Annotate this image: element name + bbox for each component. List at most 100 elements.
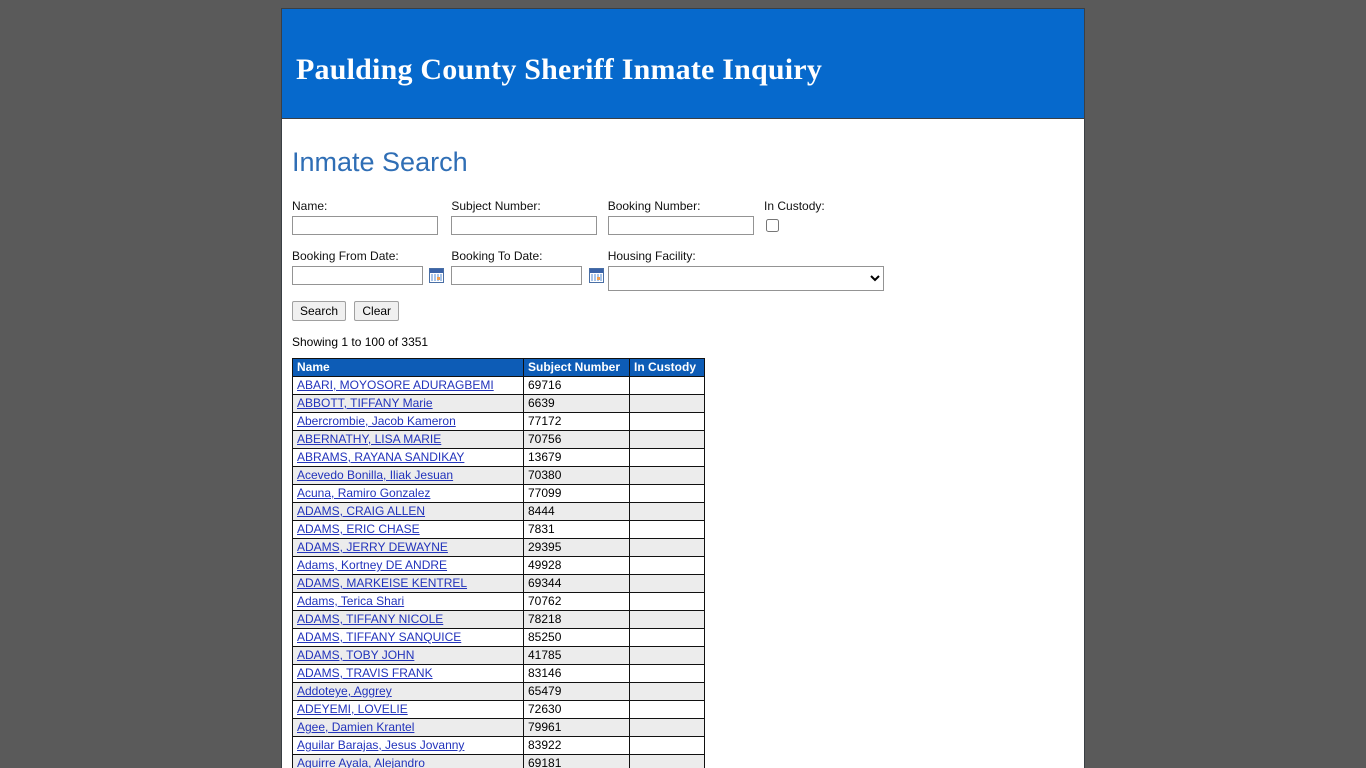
cell-in-custody — [629, 556, 705, 575]
booking-to-date-wrapper — [451, 266, 604, 285]
cell-subject-number: 6639 — [523, 394, 630, 413]
cell-in-custody — [629, 412, 705, 431]
cell-name: Abercrombie, Jacob Kameron — [292, 412, 524, 431]
cell-name: Agee, Damien Krantel — [292, 718, 524, 737]
subject-number-input[interactable] — [451, 216, 598, 235]
table-row: Abercrombie, Jacob Kameron 77172 — [292, 412, 705, 431]
site-title: Paulding County Sheriff Inmate Inquiry — [296, 53, 823, 86]
inmate-name-link[interactable]: Abercrombie, Jacob Kameron — [297, 414, 456, 428]
cell-in-custody — [629, 664, 705, 683]
inmate-name-link[interactable]: ADAMS, TOBY JOHN — [297, 648, 414, 662]
in-custody-field-group: In Custody: — [764, 199, 884, 232]
subject-number-label: Subject Number: — [451, 199, 541, 213]
cell-subject-number: 85250 — [523, 628, 630, 647]
cell-subject-number: 69181 — [523, 754, 630, 768]
inmate-name-link[interactable]: Aguirre Ayala, Alejandro — [297, 756, 425, 768]
cell-subject-number: 83922 — [523, 736, 630, 755]
booking-to-date-field-group: Booking To Date: — [451, 249, 604, 285]
cell-subject-number: 79961 — [523, 718, 630, 737]
column-header-name[interactable]: Name — [292, 358, 524, 377]
cell-subject-number: 41785 — [523, 646, 630, 665]
column-header-subject-number[interactable]: Subject Number — [523, 358, 630, 377]
inmate-name-link[interactable]: Addoteye, Aggrey — [297, 684, 392, 698]
inmate-name-link[interactable]: Adams, Kortney DE ANDRE — [297, 558, 447, 572]
table-row: ADAMS, JERRY DEWAYNE 29395 — [292, 538, 705, 557]
inmate-name-link[interactable]: Agee, Damien Krantel — [297, 720, 414, 734]
table-row: ADAMS, TOBY JOHN 41785 — [292, 646, 705, 665]
cell-subject-number: 29395 — [523, 538, 630, 557]
cell-in-custody — [629, 682, 705, 701]
inmate-name-link[interactable]: ABARI, MOYOSORE ADURAGBEMI — [297, 378, 494, 392]
booking-from-date-label: Booking From Date: — [292, 249, 399, 263]
cell-name: Addoteye, Aggrey — [292, 682, 524, 701]
booking-number-input[interactable] — [607, 216, 754, 235]
cell-in-custody — [629, 646, 705, 665]
calendar-icon-today — [437, 277, 441, 280]
booking-number-field-group: Booking Number: — [607, 199, 761, 235]
inmate-name-link[interactable]: Acuna, Ramiro Gonzalez — [297, 486, 430, 500]
housing-facility-select[interactable] — [607, 266, 884, 291]
booking-from-date-field-group: Booking From Date: — [292, 249, 448, 285]
inmate-name-link[interactable]: ADAMS, JERRY DEWAYNE — [297, 540, 448, 554]
name-input[interactable] — [292, 216, 438, 235]
table-row: Adams, Kortney DE ANDRE 49928 — [292, 556, 705, 575]
cell-in-custody — [629, 628, 705, 647]
cell-subject-number: 8444 — [523, 502, 630, 521]
page-content: Inmate Search Name: Subject Number: Book… — [282, 119, 1084, 768]
inmate-name-link[interactable]: ADAMS, MARKEISE KENTREL — [297, 576, 467, 590]
cell-name: ADAMS, TRAVIS FRANK — [292, 664, 524, 683]
inmate-name-link[interactable]: Acevedo Bonilla, Iliak Jesuan — [297, 468, 453, 482]
cell-in-custody — [629, 484, 705, 503]
table-row: Acevedo Bonilla, Iliak Jesuan 70380 — [292, 466, 705, 485]
clear-button[interactable]: Clear — [354, 301, 400, 321]
cell-name: Adams, Kortney DE ANDRE — [292, 556, 524, 575]
cell-in-custody — [629, 736, 705, 755]
table-row: Aguilar Barajas, Jesus Jovanny 83922 — [292, 736, 705, 755]
column-header-in-custody[interactable]: In Custody — [629, 358, 705, 377]
search-form-row-1: Name: Subject Number: Booking Number: In… — [292, 199, 1074, 249]
table-row: ABRAMS, RAYANA SANDIKAY 13679 — [292, 448, 705, 467]
calendar-icon[interactable] — [429, 268, 445, 283]
inmate-name-link[interactable]: ABRAMS, RAYANA SANDIKAY — [297, 450, 464, 464]
cell-subject-number: 78218 — [523, 610, 630, 629]
cell-name: ADAMS, ERIC CHASE — [292, 520, 524, 539]
in-custody-label: In Custody: — [764, 199, 825, 213]
inmate-name-link[interactable]: ABERNATHY, LISA MARIE — [297, 432, 441, 446]
table-row: Adams, Terica Shari 70762 — [292, 592, 705, 611]
cell-name: ABARI, MOYOSORE ADURAGBEMI — [292, 376, 524, 395]
calendar-icon[interactable] — [588, 268, 604, 283]
inmate-name-link[interactable]: ADEYEMI, LOVELIE — [297, 702, 408, 716]
cell-subject-number: 83146 — [523, 664, 630, 683]
booking-from-date-input[interactable] — [292, 266, 423, 285]
cell-in-custody — [629, 574, 705, 593]
inmate-name-link[interactable]: ADAMS, TIFFANY NICOLE — [297, 612, 443, 626]
inmate-results-table: Name Subject Number In Custody ABARI, MO… — [292, 358, 705, 768]
cell-name: ADAMS, TIFFANY NICOLE — [292, 610, 524, 629]
inmate-name-link[interactable]: ADAMS, CRAIG ALLEN — [297, 504, 425, 518]
table-row: ABERNATHY, LISA MARIE 70756 — [292, 430, 705, 449]
cell-name: Adams, Terica Shari — [292, 592, 524, 611]
inmate-name-link[interactable]: Aguilar Barajas, Jesus Jovanny — [297, 738, 464, 752]
inmate-name-link[interactable]: ADAMS, TIFFANY SANQUICE — [297, 630, 461, 644]
cell-name: Aguilar Barajas, Jesus Jovanny — [292, 736, 524, 755]
inmate-name-link[interactable]: Adams, Terica Shari — [297, 594, 404, 608]
search-button[interactable]: Search — [292, 301, 347, 321]
booking-to-date-input[interactable] — [451, 266, 583, 285]
cell-in-custody — [629, 610, 705, 629]
cell-subject-number: 13679 — [523, 448, 630, 467]
inmate-name-link[interactable]: ADAMS, TRAVIS FRANK — [297, 666, 433, 680]
subject-number-field-group: Subject Number: — [451, 199, 604, 235]
cell-in-custody — [629, 538, 705, 557]
inmate-name-link[interactable]: ADAMS, ERIC CHASE — [297, 522, 420, 536]
cell-subject-number: 69344 — [523, 574, 630, 593]
table-row: ADAMS, TRAVIS FRANK 83146 — [292, 664, 705, 683]
cell-name: Aguirre Ayala, Alejandro — [292, 754, 524, 768]
in-custody-checkbox[interactable] — [766, 219, 780, 232]
inmate-name-link[interactable]: ABBOTT, TIFFANY Marie — [297, 396, 433, 410]
table-row: ABBOTT, TIFFANY Marie 6639 — [292, 394, 705, 413]
cell-subject-number: 72630 — [523, 700, 630, 719]
table-row: ABARI, MOYOSORE ADURAGBEMI 69716 — [292, 376, 705, 395]
name-label: Name: — [292, 199, 328, 213]
cell-subject-number: 70380 — [523, 466, 630, 485]
table-row: ADAMS, TIFFANY SANQUICE 85250 — [292, 628, 705, 647]
